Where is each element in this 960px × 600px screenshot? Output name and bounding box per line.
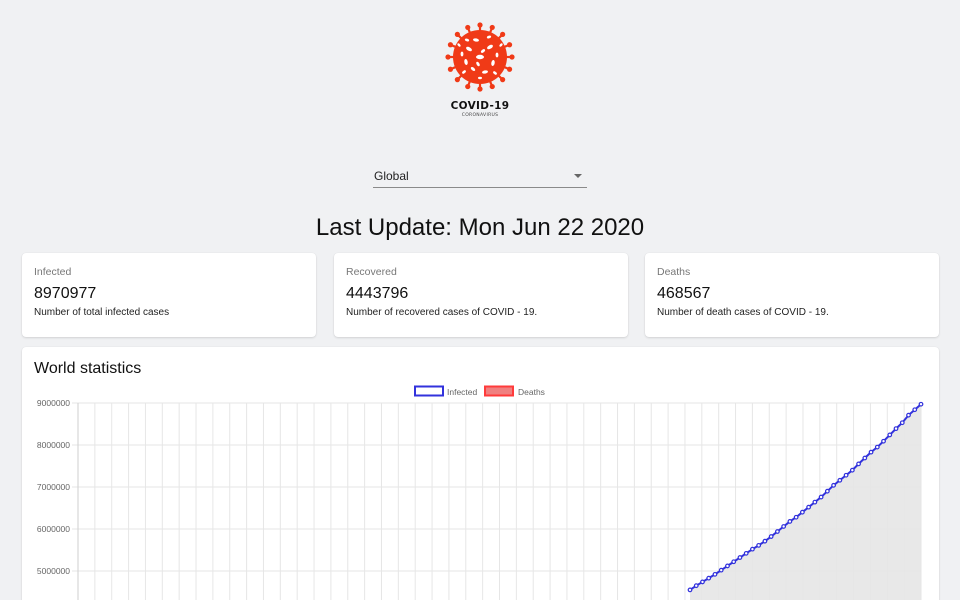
y-tick-label: 8000000 bbox=[37, 440, 70, 450]
infected-point[interactable] bbox=[918, 401, 924, 407]
infected-point[interactable] bbox=[824, 488, 830, 494]
infected-point[interactable] bbox=[906, 412, 911, 418]
infected-point[interactable] bbox=[750, 546, 755, 552]
virus-spike-tip bbox=[506, 42, 513, 48]
deaths-card: Deaths 468567 Number of death cases of C… bbox=[645, 253, 939, 337]
logo: COVID-19 CORONAVIRUS bbox=[0, 22, 960, 118]
infected-point[interactable] bbox=[837, 477, 843, 483]
world-statistics-card: World statistics 9000000 8000000 7000000 60… bbox=[22, 347, 939, 600]
infected-point[interactable] bbox=[737, 555, 743, 560]
region-select[interactable]: Global bbox=[373, 163, 587, 188]
infected-point[interactable] bbox=[787, 519, 793, 524]
virus-spike-tip bbox=[500, 77, 506, 83]
y-tick-label: 5000000 bbox=[37, 566, 70, 576]
virus-spike-tip bbox=[465, 24, 471, 31]
legend-swatch-infected[interactable] bbox=[414, 385, 444, 397]
legend-swatch-deaths[interactable] bbox=[484, 385, 514, 397]
infected-point[interactable] bbox=[781, 524, 787, 529]
infected-point[interactable] bbox=[887, 432, 893, 438]
virus-spike-tip bbox=[506, 66, 513, 72]
logo-subtitle: CORONAVIRUS bbox=[461, 113, 499, 118]
virus-spot bbox=[478, 76, 482, 80]
infected-point[interactable] bbox=[812, 499, 818, 505]
infected-point[interactable] bbox=[912, 407, 918, 413]
infected-point[interactable] bbox=[831, 482, 836, 488]
infected-point[interactable] bbox=[849, 467, 855, 473]
infected-point[interactable] bbox=[725, 563, 730, 569]
infected-point[interactable] bbox=[818, 494, 824, 500]
virus-spike-tip bbox=[500, 31, 506, 37]
recovered-count: 4443796 bbox=[346, 285, 409, 302]
infected-point[interactable] bbox=[899, 420, 905, 426]
infected-point[interactable] bbox=[793, 514, 799, 520]
infected-card: Infected 8970977 Number of total infecte… bbox=[22, 253, 316, 337]
virus-spike-tip bbox=[477, 86, 483, 92]
infected-point[interactable] bbox=[687, 587, 693, 593]
y-tick-label: 7000000 bbox=[37, 482, 70, 492]
infected-point[interactable] bbox=[868, 449, 874, 455]
infected-point[interactable] bbox=[693, 583, 699, 589]
deaths-count: 468567 bbox=[657, 285, 711, 302]
region-select-value: Global bbox=[374, 169, 409, 183]
y-tick-label: 9000000 bbox=[37, 398, 70, 408]
infected-point[interactable] bbox=[874, 444, 880, 450]
infected-point[interactable] bbox=[862, 455, 868, 461]
virus-spike-tip bbox=[489, 24, 495, 31]
virus-spike-tip bbox=[454, 77, 460, 83]
legend-label-infected[interactable]: Infected bbox=[447, 387, 478, 397]
infected-area bbox=[690, 404, 921, 600]
infected-point[interactable] bbox=[700, 579, 705, 585]
infected-point[interactable] bbox=[762, 538, 768, 544]
infected-point[interactable] bbox=[893, 426, 899, 432]
recovered-label: Recovered bbox=[346, 266, 397, 278]
infected-point[interactable] bbox=[806, 504, 812, 510]
virus-spot bbox=[476, 54, 484, 60]
world-statistics-chart: 9000000 8000000 7000000 6000000 5000000 Infe… bbox=[37, 385, 924, 600]
virus-spot bbox=[460, 51, 464, 57]
legend-label-deaths[interactable]: Deaths bbox=[518, 387, 545, 397]
virus-spot bbox=[495, 52, 499, 58]
virus-spike-tip bbox=[447, 42, 454, 48]
deaths-label: Deaths bbox=[657, 266, 691, 278]
infected-description: Number of total infected cases bbox=[34, 307, 170, 318]
infected-count: 8970977 bbox=[34, 285, 97, 302]
virus-spike-tip bbox=[465, 83, 471, 90]
infected-point[interactable] bbox=[706, 575, 712, 581]
logo-title: COVID-19 bbox=[450, 100, 510, 112]
infected-point[interactable] bbox=[881, 438, 886, 444]
virus-logo-icon bbox=[445, 22, 515, 92]
infected-point[interactable] bbox=[718, 567, 724, 573]
virus-spike-tip bbox=[477, 22, 483, 28]
virus-spike-tip bbox=[454, 31, 460, 37]
virus-spike-tip bbox=[445, 54, 451, 60]
dropdown-arrow-icon bbox=[574, 174, 582, 178]
recovered-card: Recovered 4443796 Number of recovered ca… bbox=[334, 253, 628, 337]
infected-point[interactable] bbox=[843, 472, 849, 478]
virus-spike-tip bbox=[489, 83, 495, 90]
deaths-description: Number of death cases of COVID - 19. bbox=[657, 307, 829, 318]
virus-spike-tip bbox=[447, 66, 454, 72]
recovered-description: Number of recovered cases of COVID - 19. bbox=[346, 307, 538, 318]
infected-point[interactable] bbox=[731, 559, 737, 565]
infected-point[interactable] bbox=[756, 542, 762, 548]
infected-point[interactable] bbox=[712, 571, 718, 577]
infected-label: Infected bbox=[34, 266, 72, 278]
infected-point[interactable] bbox=[768, 534, 774, 539]
y-tick-label: 6000000 bbox=[37, 524, 70, 534]
infected-point[interactable] bbox=[856, 461, 861, 467]
last-update-heading: Last Update: Mon Jun 22 2020 bbox=[315, 214, 645, 241]
infected-point[interactable] bbox=[743, 550, 749, 556]
infected-point[interactable] bbox=[799, 509, 805, 515]
infected-point[interactable] bbox=[775, 529, 780, 534]
virus-spike-tip bbox=[509, 54, 515, 60]
